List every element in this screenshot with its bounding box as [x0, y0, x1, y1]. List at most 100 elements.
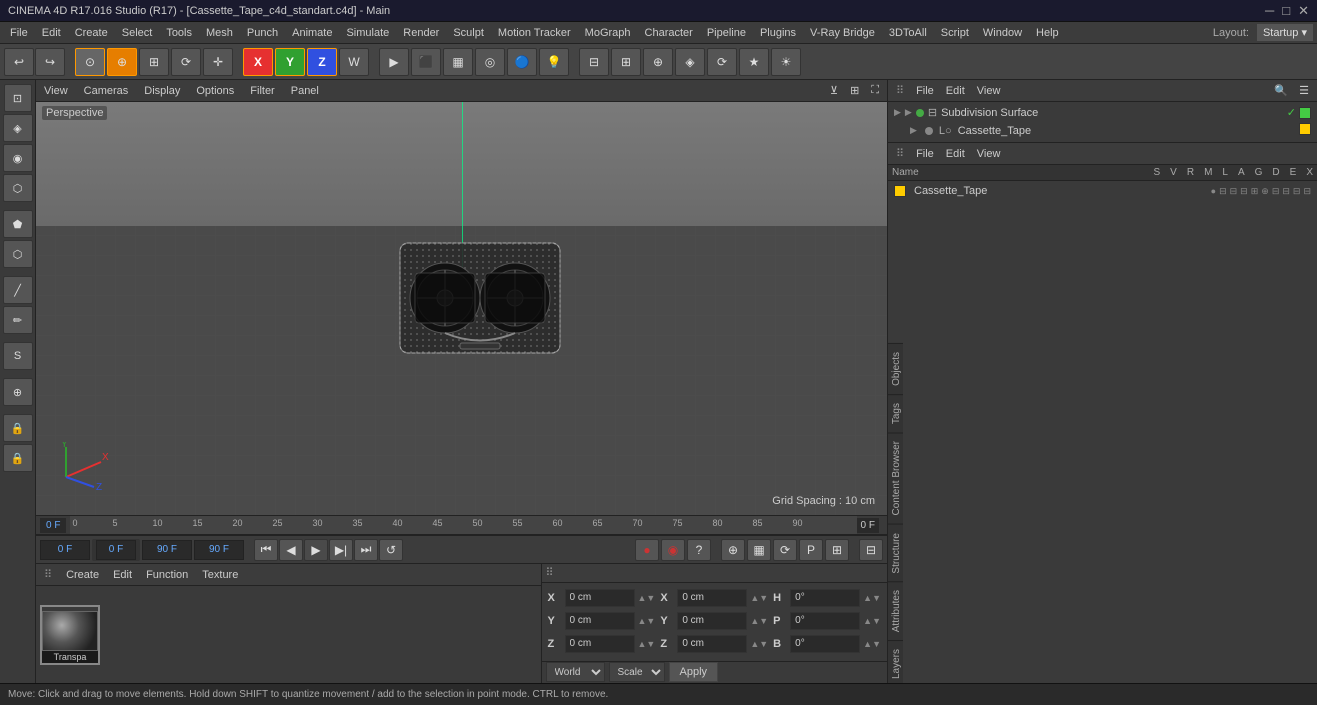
viewport-grid-icon[interactable]: ⊞: [846, 83, 863, 98]
menu-plugins[interactable]: Plugins: [754, 25, 802, 41]
paint-tool-button[interactable]: ✏: [3, 306, 33, 334]
track-button[interactable]: ▦: [747, 539, 771, 561]
render-light-button[interactable]: 💡: [539, 48, 569, 76]
scene-g-icon[interactable]: ⊟: [1272, 186, 1280, 197]
loop-button[interactable]: ⟳: [707, 48, 737, 76]
rotate-mode-button[interactable]: ⟳: [171, 48, 201, 76]
size-z-input[interactable]: [677, 635, 747, 653]
object-view-menu[interactable]: View: [973, 84, 1005, 98]
select-mode-button[interactable]: ⊙: [75, 48, 105, 76]
menu-character[interactable]: Character: [639, 25, 699, 41]
list-item-cassette[interactable]: ▶ L○ Cassette_Tape: [890, 121, 1315, 140]
scene-v-icon[interactable]: ⊟: [1219, 186, 1227, 197]
rot-b-arrows[interactable]: ▲▼: [863, 639, 881, 649]
undo-button[interactable]: ↩: [4, 48, 34, 76]
layout-dropdown[interactable]: Startup ▾: [1257, 24, 1313, 41]
menu-pipeline[interactable]: Pipeline: [701, 25, 752, 41]
viewport-filter-menu[interactable]: Filter: [246, 84, 278, 98]
frame-end2-input[interactable]: [194, 540, 244, 560]
render-settings-button[interactable]: ▦: [443, 48, 473, 76]
light-icon-button[interactable]: ☀: [771, 48, 801, 76]
object-edit-menu[interactable]: Edit: [942, 84, 969, 98]
render-pi-button[interactable]: 🔵: [507, 48, 537, 76]
menu-create[interactable]: Create: [69, 25, 114, 41]
scene-x-icon[interactable]: ⊟: [1303, 186, 1311, 197]
record-button[interactable]: ●: [635, 539, 659, 561]
y-axis-button[interactable]: Y: [275, 48, 305, 76]
material-texture-menu[interactable]: Texture: [198, 568, 242, 582]
material-create-menu[interactable]: Create: [62, 568, 103, 582]
menu-window[interactable]: Window: [977, 25, 1028, 41]
goto-start-button[interactable]: ⏮: [254, 539, 278, 561]
display-button[interactable]: ◉: [3, 144, 33, 172]
select-filter-button[interactable]: ◈: [675, 48, 705, 76]
close-button[interactable]: ✕: [1298, 3, 1309, 19]
tab-content-browser[interactable]: Content Browser: [888, 432, 903, 523]
world-axis-button[interactable]: W: [339, 48, 369, 76]
size-y-input[interactable]: [677, 612, 747, 630]
physics-button[interactable]: P: [799, 539, 823, 561]
s-mode-button[interactable]: S: [3, 342, 33, 370]
scene-tool-button[interactable]: ⬡: [3, 240, 33, 268]
menu-select[interactable]: Select: [116, 25, 159, 41]
lock2-button[interactable]: 🔒: [3, 444, 33, 472]
menu-motion-tracker[interactable]: Motion Tracker: [492, 25, 577, 41]
coord-x-arrows[interactable]: ▲▼: [638, 593, 656, 603]
menu-simulate[interactable]: Simulate: [340, 25, 395, 41]
size-z-arrows[interactable]: ▲▼: [750, 639, 768, 649]
frame-start-input[interactable]: [40, 540, 90, 560]
viewport-expand-icon[interactable]: ⊻: [826, 83, 842, 98]
maximize-button[interactable]: □: [1282, 3, 1290, 19]
menu-script[interactable]: Script: [935, 25, 975, 41]
viewport-view-menu[interactable]: View: [40, 84, 72, 98]
menu-animate[interactable]: Animate: [286, 25, 338, 41]
apply-button[interactable]: Apply: [669, 662, 719, 682]
tab-layers[interactable]: Layers: [888, 640, 903, 683]
play-button[interactable]: ▶: [304, 539, 328, 561]
menu-punch[interactable]: Punch: [241, 25, 284, 41]
menu-mograph[interactable]: MoGraph: [579, 25, 637, 41]
timeline-current-frame[interactable]: 0 F: [40, 518, 66, 533]
minimize-button[interactable]: ─: [1265, 3, 1274, 19]
record-key-button[interactable]: ?: [687, 539, 711, 561]
object-file-menu[interactable]: File: [912, 84, 938, 98]
tab-attributes[interactable]: Attributes: [888, 581, 903, 640]
rot-p-arrows[interactable]: ▲▼: [863, 616, 881, 626]
axis-button[interactable]: ⊕: [643, 48, 673, 76]
scene-view-menu[interactable]: View: [973, 147, 1005, 161]
size-x-input[interactable]: [677, 589, 747, 607]
tab-structure[interactable]: Structure: [888, 524, 903, 582]
list-item-subdivision[interactable]: ▶ ▶ ⊟ Subdivision Surface ✓: [890, 104, 1315, 121]
rot-b-input[interactable]: [790, 635, 860, 653]
material-edit-menu[interactable]: Edit: [109, 568, 136, 582]
size-y-arrows[interactable]: ▲▼: [750, 616, 768, 626]
scene-r-icon[interactable]: ⊟: [1230, 186, 1238, 197]
frame-current-input[interactable]: [96, 540, 136, 560]
menu-mesh[interactable]: Mesh: [200, 25, 239, 41]
coord-y-arrows[interactable]: ▲▼: [638, 616, 656, 626]
render-to-po-button[interactable]: ◎: [475, 48, 505, 76]
scene-m-icon[interactable]: ⊟: [1240, 186, 1248, 197]
loop-button[interactable]: ↺: [379, 539, 403, 561]
obj-check-icon[interactable]: ✓: [1287, 106, 1296, 119]
line-tool-button[interactable]: ╱: [3, 276, 33, 304]
lock-button[interactable]: 🔒: [3, 414, 33, 442]
tab-tags[interactable]: Tags: [888, 394, 903, 432]
frame-end-input[interactable]: [142, 540, 192, 560]
viewport-fullscreen-icon[interactable]: ⛶: [867, 83, 883, 98]
snap-button[interactable]: ⊟: [579, 48, 609, 76]
menu-file[interactable]: File: [4, 25, 34, 41]
move-mode-button[interactable]: ⊕: [107, 48, 137, 76]
record-auto-button[interactable]: ◉: [661, 539, 685, 561]
object-menu-icon[interactable]: ☰: [1295, 83, 1313, 98]
world-select[interactable]: World Object: [546, 662, 605, 682]
view-mode-button[interactable]: ⊡: [4, 84, 32, 112]
viewport-display-menu[interactable]: Display: [140, 84, 184, 98]
material-swatch-transpa[interactable]: Transpa: [40, 605, 100, 665]
menu-edit[interactable]: Edit: [36, 25, 67, 41]
viewport-cameras-menu[interactable]: Cameras: [80, 84, 133, 98]
menu-tools[interactable]: Tools: [160, 25, 198, 41]
coord-x-input[interactable]: [565, 589, 635, 607]
scene-e-icon[interactable]: ⊟: [1293, 186, 1301, 197]
redo-button[interactable]: ↪: [35, 48, 65, 76]
